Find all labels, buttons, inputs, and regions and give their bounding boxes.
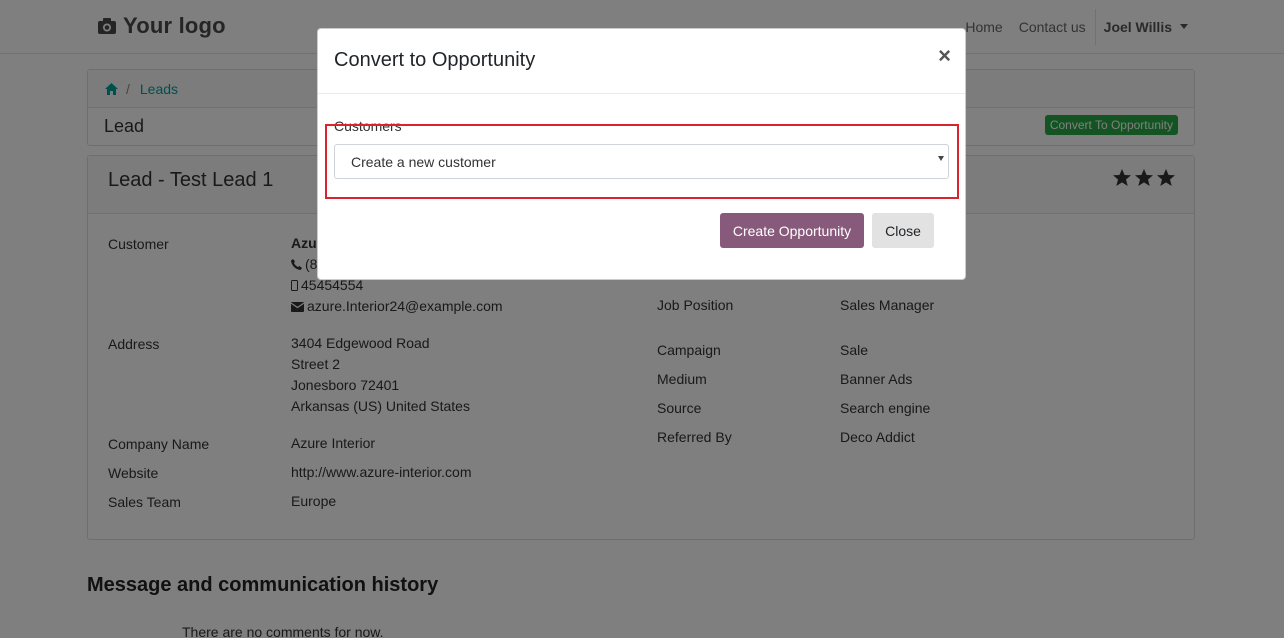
customers-select[interactable]: Create a new customer	[334, 144, 949, 179]
customers-select-value: Create a new customer	[351, 154, 496, 170]
create-opportunity-button[interactable]: Create Opportunity	[720, 213, 864, 248]
modal-header: Convert to Opportunity ×	[318, 29, 965, 94]
customers-label: Customers	[334, 118, 402, 134]
close-icon[interactable]: ×	[938, 45, 951, 67]
modal-title: Convert to Opportunity	[334, 49, 536, 71]
convert-opportunity-dialog: Convert to Opportunity × Customers Creat…	[317, 28, 966, 280]
close-button[interactable]: Close	[872, 213, 934, 248]
caret-down-icon	[938, 156, 944, 161]
